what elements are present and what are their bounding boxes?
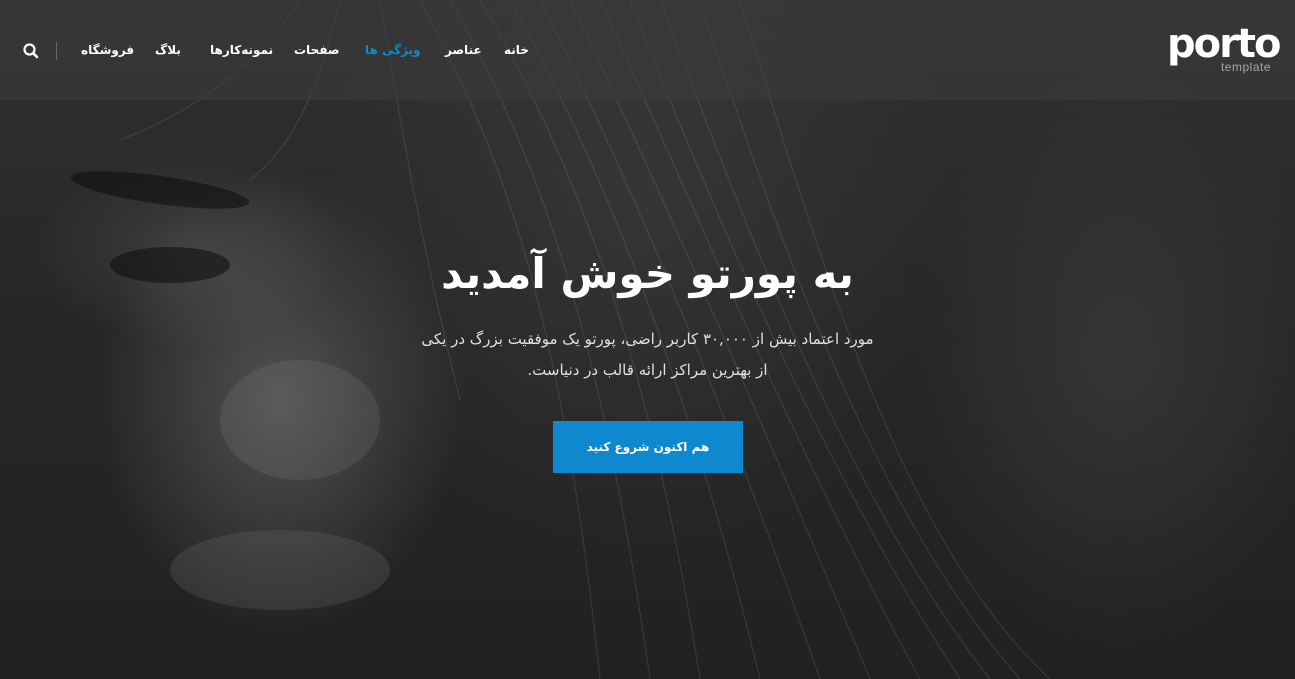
nav-item-features[interactable]: ویژگی ها [365, 40, 421, 60]
hero-title: به پورتو خوش آمدید [441, 249, 854, 298]
nav-item-elements[interactable]: عناصر [445, 40, 482, 60]
hero-subtitle: مورد اعتماد بیش از ۳۰,۰۰۰ کاربر راضی، پو… [380, 324, 915, 386]
search-icon [23, 43, 39, 59]
hero-background: porto template خانه عناصر ویژگی ها صفحات… [0, 0, 1295, 679]
nav-item-shop[interactable]: فروشگاه [81, 40, 134, 60]
nav-item-portfolio[interactable]: نمونه‌کارها [210, 40, 273, 60]
site-header: porto template خانه عناصر ویژگی ها صفحات… [0, 0, 1295, 100]
brand-logo[interactable]: porto template [1167, 21, 1281, 76]
nav-item-home[interactable]: خانه [504, 40, 529, 60]
nav-item-pages[interactable]: صفحات [294, 40, 339, 60]
logo-subtext: template [1220, 60, 1271, 74]
search-button[interactable] [22, 42, 40, 60]
nav-item-blog[interactable]: بلاگ [155, 40, 181, 60]
main-navigation: خانه عناصر ویژگی ها صفحات نمونه‌کارها بل… [0, 34, 540, 66]
hero-subtitle-line-2: از بهترین مراکز ارائه قالب در دنیاست. [527, 361, 768, 379]
logo-text: porto [1167, 21, 1281, 67]
nav-divider [56, 42, 57, 60]
get-started-button[interactable]: هم اکنون شروع کنید [553, 421, 743, 473]
hero-subtitle-line-1: مورد اعتماد بیش از ۳۰,۰۰۰ کاربر راضی، پو… [421, 330, 874, 348]
